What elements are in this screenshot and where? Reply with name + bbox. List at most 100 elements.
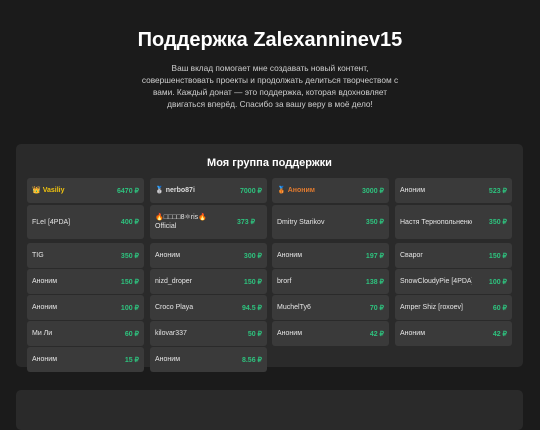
supporter-name-text: Аноним — [32, 304, 58, 311]
supporter-name: Аноним — [400, 321, 472, 346]
supporter-name: Настя Тернопольненко — [400, 205, 472, 239]
next-section-panel — [16, 390, 523, 430]
supporter-name-text: Amper Shiz [гохоеv] — [400, 304, 463, 311]
support-group-panel: Моя группа поддержки 👑 Vasiliy 6470 ₽ 🥈 nerb… — [16, 144, 523, 372]
supporter-card: kilovar337 50 ₽ — [150, 321, 267, 346]
supporter-card: 🥉 Аноним 3000 ₽ — [272, 178, 389, 203]
supporter-card: 🥈 nerbo87i 7000 ₽ — [150, 178, 267, 203]
supporter-name-text: MuchelTy6 — [277, 304, 311, 311]
supporter-name-text: Dmitry Starikov — [277, 218, 325, 226]
supporter-card: Аноним 300 ₽ — [150, 243, 267, 268]
page-subtitle: Ваш вклад помогает мне создавать новый к… — [141, 63, 399, 109]
supporter-name: FLeI [4PDA] — [32, 205, 104, 239]
supporter-name-text: brorf — [277, 278, 292, 285]
supporter-amount: 50 ₽ — [247, 330, 262, 338]
support-group-title: Моя группа поддержки — [207, 157, 332, 169]
supporter-name: Croco Playa — [155, 295, 227, 320]
supporter-name-text: Vasiliy — [42, 187, 65, 194]
supporter-name: Аноним — [400, 178, 472, 203]
supporter-amount: 300 ₽ — [243, 252, 262, 260]
supporter-name: Amper Shiz [гохоеv] — [400, 295, 472, 320]
supporter-amount: 350 ₽ — [488, 219, 507, 226]
supporter-amount: 100 ₽ — [120, 304, 139, 312]
supporter-name-text: FLeI [4PDA] — [32, 218, 71, 226]
supporter-name-text: Настя Тернопольненко — [400, 218, 472, 226]
supporter-amount: 400 ₽ — [120, 219, 139, 226]
supporter-name: nizd_droper — [155, 269, 227, 294]
page-title: Поддержка Zalexanninev15 — [137, 29, 403, 51]
supporter-amount: 15 ₽ — [124, 356, 139, 364]
supporter-card: Аноним 197 ₽ — [272, 243, 389, 268]
supporter-amount: 60 ₽ — [124, 330, 139, 338]
supporter-name-text: Аноним — [32, 278, 58, 285]
supporter-amount: 150 ₽ — [120, 278, 139, 286]
supporter-name-text: Аноним — [400, 187, 426, 194]
supporter-name: MuchelTy6 — [277, 295, 349, 320]
supporter-name: Dmitry Starikov — [277, 205, 349, 239]
supporter-card: Аноним 42 ₽ — [395, 321, 512, 346]
supporter-name-text: nizd_droper — [155, 278, 192, 285]
supporter-name-text: Ми Ли — [32, 330, 53, 337]
supporter-name-text: Аноним — [277, 330, 303, 337]
supporter-amount: 8.56 ₽ — [241, 356, 262, 364]
supporter-name-text: TIG — [32, 252, 44, 259]
supporter-card: Аноним 150 ₽ — [27, 269, 144, 294]
supporter-amount: 42 ₽ — [492, 330, 507, 338]
supporter-name-text: Аноним — [400, 330, 426, 337]
supporter-name-text: Аноним — [32, 356, 58, 363]
supporter-name-text: nerbo87i — [165, 187, 195, 194]
supporter-name: Аноним — [155, 243, 227, 268]
gold-medal-icon: 👑 — [32, 187, 41, 194]
supporter-amount: 70 ₽ — [369, 304, 384, 312]
supporter-name-text: Аноним — [155, 356, 181, 363]
supporter-name: Аноним — [32, 269, 104, 294]
supporter-card: nizd_droper 150 ₽ — [150, 269, 267, 294]
supporter-amount: 350 ₽ — [120, 252, 139, 260]
supporter-amount: 100 ₽ — [488, 278, 507, 286]
supporter-name-text: Croco Playa — [155, 304, 194, 311]
supporter-card: TIG 350 ₽ — [27, 243, 144, 268]
supporter-name-text: Аноним — [287, 187, 315, 194]
supporter-name: Аноним — [277, 321, 349, 346]
supporter-amount: 7000 ₽ — [240, 187, 262, 195]
supporter-card: Amper Shiz [гохоеv] 60 ₽ — [395, 295, 512, 320]
supporter-amount: 94.5 ₽ — [241, 304, 262, 312]
supporter-card: Ми Ли 60 ₽ — [27, 321, 144, 346]
supporter-card: Croco Playa 94.5 ₽ — [150, 295, 267, 320]
supporter-card: Настя Тернопольненко 350 ₽ — [395, 205, 512, 239]
supporter-name: 🔥□□□□8⚛ris🔥 Official — [155, 205, 227, 239]
supporter-card: Аноним 42 ₽ — [272, 321, 389, 346]
supporter-name: Сварог — [400, 243, 472, 268]
supporter-name-text: Сварог — [400, 252, 423, 259]
supporter-card: Аноним 100 ₽ — [27, 295, 144, 320]
supporter-amount: 373 ₽ — [237, 218, 256, 226]
supporter-name: brorf — [277, 269, 349, 294]
supporter-name: Ми Ли — [32, 321, 104, 346]
supporter-card: Аноним 8.56 ₽ — [150, 347, 267, 372]
supporter-card: 👑 Vasiliy 6470 ₽ — [27, 178, 144, 203]
bronze-medal-icon: 🥉 — [277, 187, 286, 194]
supporter-amount: 150 ₽ — [488, 252, 507, 260]
supporter-name: Аноним — [277, 243, 349, 268]
supporter-amount: 3000 ₽ — [362, 187, 384, 195]
supporter-name-text: Аноним — [277, 252, 303, 259]
silver-medal-icon: 🥈 — [155, 187, 164, 194]
supporter-name: 👑 Vasiliy — [32, 178, 104, 203]
supporter-name: Аноним — [32, 295, 104, 320]
supporter-name-text: Аноним — [155, 252, 181, 259]
supporter-amount: 150 ₽ — [243, 278, 262, 286]
supporter-amount: 350 ₽ — [365, 219, 384, 226]
supporter-card: Аноним 523 ₽ — [395, 178, 512, 203]
supporter-name-text: kilovar337 — [155, 330, 187, 337]
supporter-name: 🥉 Аноним — [277, 178, 349, 203]
supporter-name-text: SnowCloudyPie [4PDA] — [400, 278, 472, 285]
supporter-amount: 60 ₽ — [492, 304, 507, 312]
supporter-name: TIG — [32, 243, 104, 268]
supporter-name-text: 🔥□□□□8⚛ris🔥 Official — [155, 214, 207, 230]
supporter-name: 🥈 nerbo87i — [155, 178, 227, 203]
supporter-amount: 42 ₽ — [369, 330, 384, 338]
supporter-card: brorf 138 ₽ — [272, 269, 389, 294]
supporter-name: Аноним — [32, 347, 104, 372]
supporter-name: kilovar337 — [155, 321, 227, 346]
supporter-card: FLeI [4PDA] 400 ₽ — [27, 205, 144, 239]
